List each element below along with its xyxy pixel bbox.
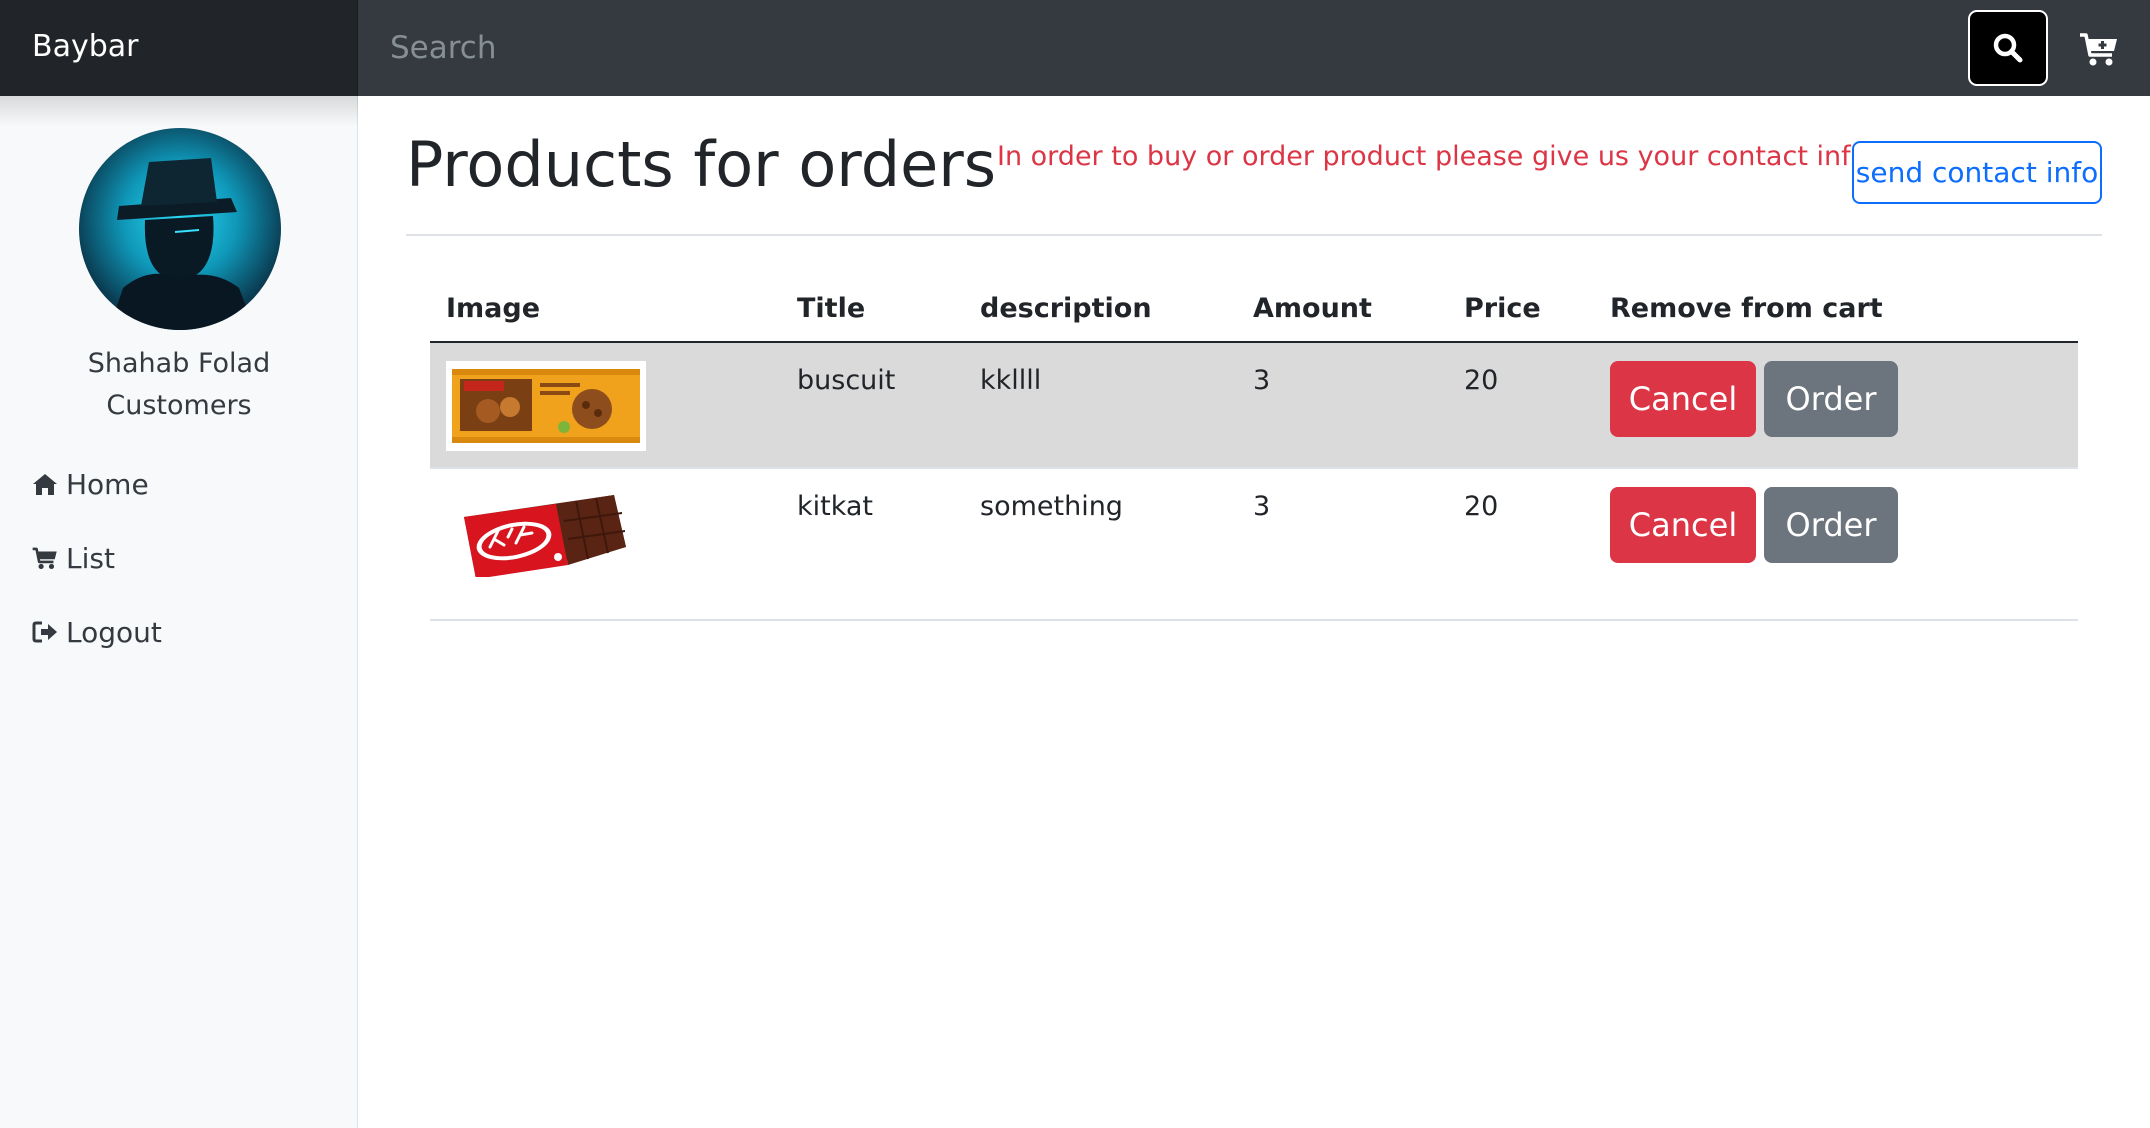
kitkat-product-image [446,487,646,579]
divider [406,234,2102,236]
column-header-amount: Amount [1237,276,1448,343]
page-title: Products for orders [406,128,996,201]
column-header-remove: Remove from cart [1594,276,2078,343]
sidebar-item-label: Home [66,467,149,501]
product-amount: 3 [1237,468,1448,621]
product-price: 20 [1448,468,1594,621]
sidebar: Shahab Folad Customers Home List Logout [0,96,358,1128]
order-button[interactable]: Order [1764,487,1898,563]
product-amount: 3 [1237,342,1448,469]
search-input[interactable] [358,0,1958,96]
product-title: buscuit [781,342,964,469]
brand-area: Baybar [0,0,358,96]
topbar-shadow [0,96,358,126]
search-button[interactable] [1968,10,2048,86]
product-price: 20 [1448,342,1594,469]
product-title: kitkat [781,468,964,621]
table-header-row: Image Title description Amount Price Rem… [430,276,2078,343]
actions-cell: Cancel Order [1594,342,2078,469]
product-description: something [964,468,1237,621]
top-navbar: Baybar [0,0,2150,96]
sidebar-item-home[interactable]: Home [32,464,149,504]
cancel-button[interactable]: Cancel [1610,487,1756,563]
cart-icon [32,547,57,570]
search-icon [1993,33,2023,63]
cart-table: Image Title description Amount Price Rem… [430,276,2078,621]
image-cell [430,468,781,621]
table-row: kitkat something 3 20 Cancel Order [430,468,2078,621]
sidebar-item-label: Logout [66,615,162,649]
actions-cell: Cancel Order [1594,468,2078,621]
cart-plus-icon [2080,33,2117,66]
contact-notice: In order to buy or order product please … [997,141,1868,172]
order-button[interactable]: Order [1764,361,1898,437]
avatar-image [109,158,255,330]
table-row: buscuit kkllll 3 20 Cancel Order [430,342,2078,469]
user-role: Customers [106,390,252,421]
brand-link[interactable]: Baybar [32,29,138,64]
sign-out-icon [32,621,57,643]
image-cell [430,342,781,469]
sidebar-item-list[interactable]: List [32,538,115,578]
column-header-price: Price [1448,276,1594,343]
cart-button[interactable] [2074,24,2124,74]
cancel-button[interactable]: Cancel [1610,361,1756,437]
sidebar-item-label: List [66,541,115,575]
avatar [79,128,281,330]
home-icon [33,474,57,495]
send-contact-info-button[interactable]: send contact info [1852,141,2102,204]
column-header-description: description [964,276,1237,343]
product-description: kkllll [964,342,1237,469]
column-header-image: Image [430,276,781,343]
sidebar-item-logout[interactable]: Logout [32,612,162,652]
biscuit-product-image [446,361,646,451]
column-header-title: Title [781,276,964,343]
user-name: Shahab Folad [87,348,271,379]
